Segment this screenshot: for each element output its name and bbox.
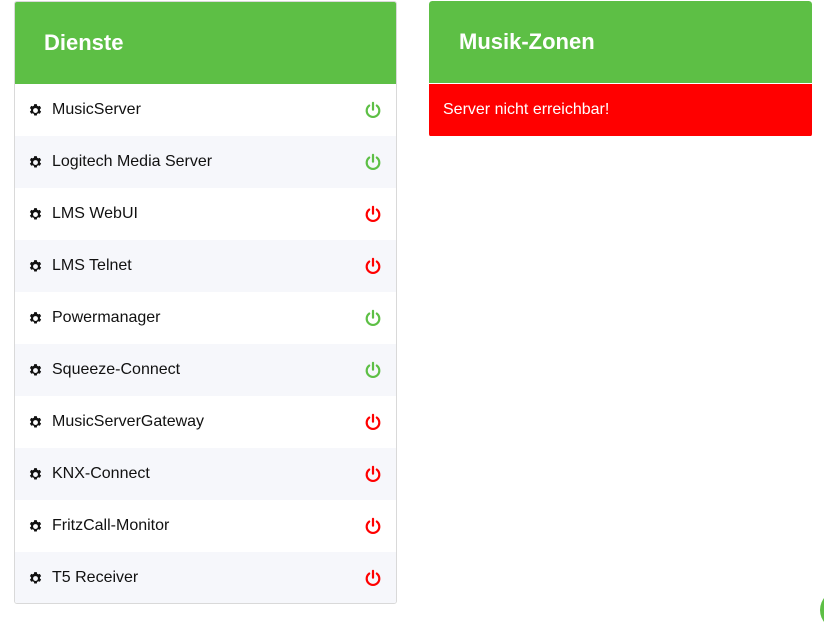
service-name: Powermanager xyxy=(52,309,161,326)
service-row: LMS Telnet xyxy=(15,240,396,292)
gear-icon[interactable] xyxy=(28,207,43,222)
service-name: LMS Telnet xyxy=(52,257,132,274)
service-name: MusicServerGateway xyxy=(52,413,205,430)
power-icon[interactable] xyxy=(364,465,382,483)
music-zones-panel-title: Musik-Zonen xyxy=(459,29,595,54)
music-zones-panel: Musik-Zonen Server nicht erreichbar! xyxy=(429,1,812,137)
gear-icon[interactable] xyxy=(28,103,43,118)
service-row: FritzCall-Monitor xyxy=(15,500,396,552)
service-name: FritzCall-Monitor xyxy=(52,517,170,534)
server-error-text: Server nicht erreichbar! xyxy=(443,101,610,118)
service-name: Logitech Media Server xyxy=(52,153,213,170)
service-name: LMS WebUI xyxy=(52,205,138,222)
services-panel: Dienste MusicServer Logitech Media Server… xyxy=(14,1,397,604)
service-name: MusicServer xyxy=(52,101,141,118)
gear-icon[interactable] xyxy=(28,467,43,482)
power-icon[interactable] xyxy=(364,309,382,327)
floating-action-button[interactable] xyxy=(820,590,824,630)
gear-icon[interactable] xyxy=(28,415,43,430)
service-row: T5 Receiver xyxy=(15,552,396,603)
gear-icon[interactable] xyxy=(28,311,43,326)
service-name: KNX-Connect xyxy=(52,465,150,482)
power-icon[interactable] xyxy=(364,361,382,379)
service-name: Squeeze-Connect xyxy=(52,361,181,378)
service-name: T5 Receiver xyxy=(52,569,139,586)
power-icon[interactable] xyxy=(364,413,382,431)
power-icon[interactable] xyxy=(364,257,382,275)
gear-icon[interactable] xyxy=(28,259,43,274)
power-icon[interactable] xyxy=(364,101,382,119)
services-panel-title: Dienste xyxy=(44,30,124,55)
service-row: KNX-Connect xyxy=(15,448,396,500)
service-row: MusicServerGateway xyxy=(15,396,396,448)
music-zones-panel-header: Musik-Zonen xyxy=(429,1,812,83)
power-icon[interactable] xyxy=(364,517,382,535)
power-icon[interactable] xyxy=(364,205,382,223)
service-row: Squeeze-Connect xyxy=(15,344,396,396)
power-icon[interactable] xyxy=(364,569,382,587)
service-row: Powermanager xyxy=(15,292,396,344)
services-panel-header: Dienste xyxy=(15,2,396,84)
server-error-message: Server nicht erreichbar! xyxy=(429,83,812,136)
gear-icon[interactable] xyxy=(28,155,43,170)
gear-icon[interactable] xyxy=(28,519,43,534)
power-icon[interactable] xyxy=(364,153,382,171)
service-row: MusicServer xyxy=(15,84,396,136)
service-row: Logitech Media Server xyxy=(15,136,396,188)
gear-icon[interactable] xyxy=(28,363,43,378)
gear-icon[interactable] xyxy=(28,571,43,586)
service-list: MusicServer Logitech Media Server LMS WebU… xyxy=(15,84,396,603)
service-row: LMS WebUI xyxy=(15,188,396,240)
page: Dienste MusicServer Logitech Media Server… xyxy=(0,0,824,635)
